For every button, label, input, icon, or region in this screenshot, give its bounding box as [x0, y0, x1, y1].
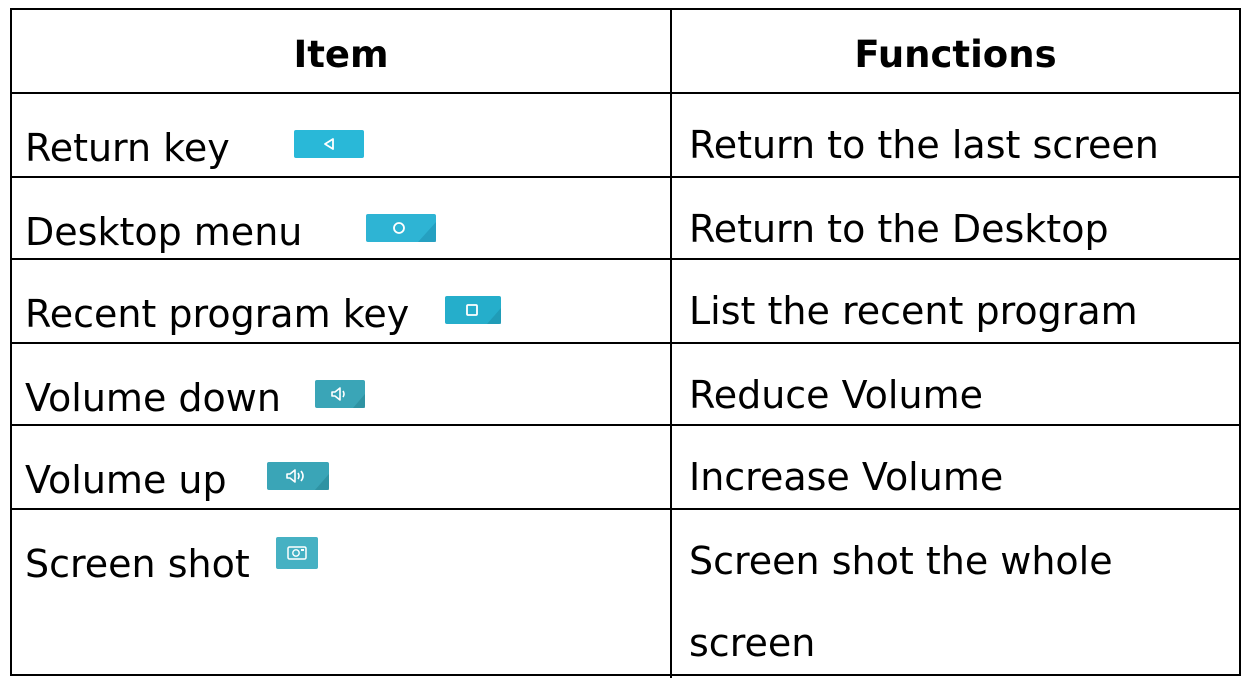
function-cell: Increase Volume	[672, 426, 1239, 508]
table-row: Screen shot Screen shot the whole screen	[12, 510, 1239, 678]
column-header-item: Item	[12, 10, 672, 92]
item-label: Recent program key	[25, 291, 410, 336]
function-cell: Screen shot the whole screen	[672, 510, 1239, 678]
item-label: Volume down	[25, 375, 281, 420]
table-row: Return key Return to the last screen	[12, 94, 1239, 178]
recent-square-icon	[445, 295, 502, 324]
home-circle-icon	[366, 213, 437, 242]
item-cell: Recent program key	[12, 260, 672, 342]
function-text: Increase Volume	[689, 455, 1004, 499]
screenshot-camera-icon	[275, 536, 318, 569]
table-row: Recent program key List the recent progr…	[12, 260, 1239, 344]
function-text: Return to the last screen	[689, 123, 1159, 167]
item-cell: Volume up	[12, 426, 672, 508]
volume-down-icon	[315, 379, 366, 408]
table-row: Volume up Increase Volume	[12, 426, 1239, 510]
column-header-item-label: Item	[293, 33, 389, 76]
function-text: Reduce Volume	[689, 373, 983, 417]
volume-up-icon	[266, 461, 329, 490]
item-label: Screen shot	[25, 541, 250, 586]
function-cell: List the recent program	[672, 260, 1239, 342]
item-cell: Desktop menu	[12, 178, 672, 258]
item-cell: Return key	[12, 94, 672, 176]
item-label: Return key	[25, 125, 230, 170]
table-row: Desktop menu Return to the Desktop	[12, 178, 1239, 260]
key-functions-table: Item Functions Return key Return to the …	[10, 8, 1241, 678]
table-row: Volume down Reduce Volume	[12, 344, 1239, 426]
item-cell: Volume down	[12, 344, 672, 424]
column-header-functions-label: Functions	[854, 33, 1057, 76]
item-cell: Screen shot	[12, 510, 672, 678]
column-header-functions: Functions	[672, 10, 1239, 92]
function-text: List the recent program	[689, 289, 1138, 333]
function-text: Return to the Desktop	[689, 207, 1109, 251]
function-cell: Return to the Desktop	[672, 178, 1239, 258]
back-triangle-icon	[293, 129, 364, 158]
function-cell: Return to the last screen	[672, 94, 1239, 176]
item-label: Desktop menu	[25, 209, 303, 254]
function-text-line-1: Screen shot the whole	[689, 539, 1113, 583]
table-header-row: Item Functions	[12, 10, 1239, 94]
item-label: Volume up	[25, 457, 227, 502]
function-cell: Reduce Volume	[672, 344, 1239, 424]
function-text-line-2: screen	[689, 621, 816, 665]
